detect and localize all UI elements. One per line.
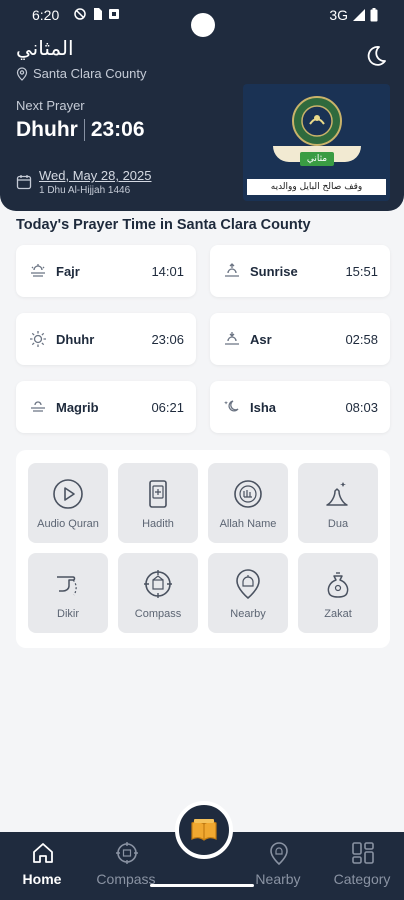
next-prayer-name: Dhuhr <box>16 118 78 141</box>
nav-label: Home <box>22 871 62 887</box>
feature-label: Zakat <box>324 608 352 620</box>
prayer-time: 08:03 <box>345 399 378 415</box>
battery-icon <box>370 8 378 22</box>
category-grid-icon <box>352 842 374 864</box>
isha-icon <box>224 400 239 412</box>
feature-compass[interactable]: Compass <box>118 553 198 633</box>
feature-label: Nearby <box>230 608 266 620</box>
allah-name-icon <box>234 480 262 508</box>
prayer-time: 15:51 <box>345 263 378 279</box>
header: 6:20 3G المثاني Santa Clara County Next … <box>0 0 404 211</box>
location[interactable]: Santa Clara County <box>16 66 146 81</box>
prayer-name: Fajr <box>56 263 80 279</box>
prayer-time: 02:58 <box>345 331 378 347</box>
prayer-time: 14:01 <box>151 263 184 279</box>
nav-compass[interactable]: Compass <box>86 832 166 900</box>
compass-icon <box>144 570 172 598</box>
feature-label: Allah Name <box>219 518 277 530</box>
prayer-name: Magrib <box>56 399 99 415</box>
network-type: 3G <box>329 7 348 23</box>
nav-home[interactable]: Home <box>2 832 82 900</box>
next-prayer-time: 23:06 <box>90 118 145 141</box>
feature-audio-quran[interactable]: Audio Quran <box>28 463 108 543</box>
prayer-card-asr[interactable]: Asr 02:58 <box>210 313 390 365</box>
dua-hands-icon <box>326 482 348 506</box>
location-pin-icon <box>16 66 28 81</box>
nav-label: Category <box>333 871 391 887</box>
feature-label: Compass <box>134 608 182 620</box>
gregorian-date: Wed, May 28, 2025 <box>39 168 152 183</box>
sunrise-icon <box>225 263 239 277</box>
status-bar: 6:20 3G <box>0 0 404 37</box>
divider <box>83 119 85 141</box>
calendar-icon <box>16 175 32 190</box>
open-quran-icon <box>191 819 217 841</box>
do-not-disturb-icon <box>74 8 86 20</box>
quran-medallion-icon <box>292 96 342 146</box>
home-icon <box>33 843 53 863</box>
book-icon <box>149 480 167 508</box>
next-prayer-label: Next Prayer <box>16 98 85 113</box>
prayer-card-isha[interactable]: Isha 08:03 <box>210 381 390 433</box>
status-left-icons <box>74 8 120 20</box>
prayer-name: Sunrise <box>250 263 298 279</box>
compass-icon <box>116 842 138 864</box>
prayer-card-sunrise[interactable]: Sunrise 15:51 <box>210 245 390 297</box>
asr-icon <box>225 332 239 345</box>
feature-label: Hadith <box>142 518 174 530</box>
feature-label: Dikir <box>57 608 79 620</box>
feature-label: Dua <box>327 518 349 530</box>
feature-grid: Audio Quran Hadith Allah Name Dua Dikir … <box>16 450 390 648</box>
quran-fab-button[interactable] <box>175 801 233 859</box>
nearby-mosque-icon <box>236 569 260 600</box>
feature-dikir[interactable]: Dikir <box>28 553 108 633</box>
banner-caption: وقف صالح البايل ووالديه <box>247 179 386 195</box>
next-prayer: Dhuhr 23:06 <box>16 118 145 142</box>
sim-card-icon <box>94 8 102 20</box>
status-time: 6:20 <box>32 7 60 23</box>
feature-zakat[interactable]: Zakat <box>298 553 378 633</box>
dikir-hand-icon <box>57 576 77 596</box>
hijri-date: 1 Dhu Al-Hijjah 1446 <box>39 185 131 196</box>
dark-mode-moon-icon[interactable] <box>364 44 388 68</box>
nav-nearby[interactable]: Nearby <box>238 832 318 900</box>
magrib-icon <box>31 401 45 412</box>
section-title: Today's Prayer Time in Santa Clara Count… <box>16 217 311 233</box>
app-title: المثاني <box>16 36 74 60</box>
prayer-name: Dhuhr <box>56 331 95 347</box>
home-indicator <box>150 884 254 887</box>
nav-category[interactable]: Category <box>322 832 402 900</box>
signal-icon <box>353 9 365 21</box>
camera-cutout <box>191 13 215 37</box>
dhuhr-icon <box>30 331 46 347</box>
feature-hadith[interactable]: Hadith <box>118 463 198 543</box>
prayer-time: 06:21 <box>151 399 184 415</box>
prayer-time: 23:06 <box>151 331 184 347</box>
prayer-name: Isha <box>250 399 277 415</box>
notification-icon <box>109 9 119 19</box>
waqf-banner[interactable]: مثاني وقف صالح البايل ووالديه <box>243 84 390 201</box>
status-right-icons: 3G <box>329 7 378 23</box>
date-block[interactable]: Wed, May 28, 2025 1 Dhu Al-Hijjah 1446 <box>16 168 152 196</box>
play-circle-icon <box>53 479 83 509</box>
prayer-card-magrib[interactable]: Magrib 06:21 <box>16 381 196 433</box>
location-label: Santa Clara County <box>33 66 147 81</box>
feature-label: Audio Quran <box>37 518 99 530</box>
prayer-card-fajr[interactable]: Fajr 14:01 <box>16 245 196 297</box>
feature-dua[interactable]: Dua <box>298 463 378 543</box>
prayer-card-dhuhr[interactable]: Dhuhr 23:06 <box>16 313 196 365</box>
prayer-name: Asr <box>250 331 272 347</box>
zakat-bag-icon <box>327 572 349 598</box>
feature-nearby[interactable]: Nearby <box>208 553 288 633</box>
fajr-icon <box>31 264 45 277</box>
feature-allah-name[interactable]: Allah Name <box>208 463 288 543</box>
banner-tag: مثاني <box>300 152 334 166</box>
nearby-mosque-icon <box>270 842 288 866</box>
